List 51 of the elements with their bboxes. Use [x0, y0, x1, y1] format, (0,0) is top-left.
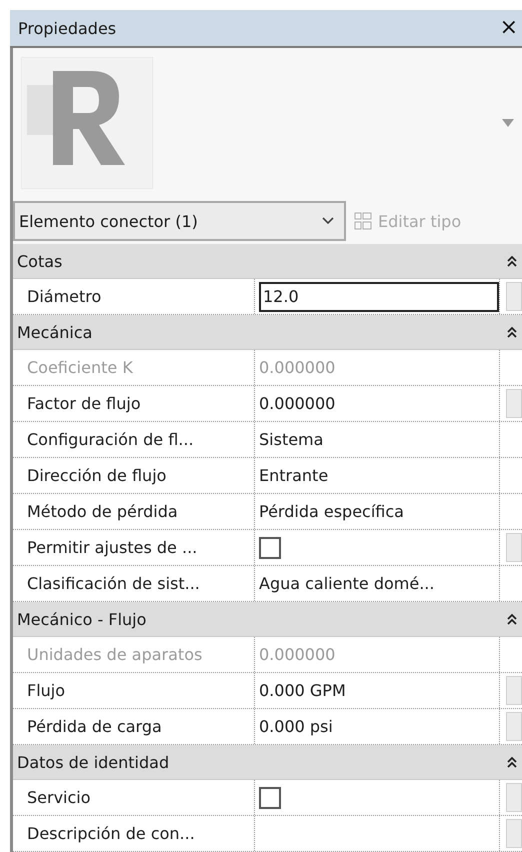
value-button[interactable]: [506, 533, 522, 562]
property-value: Pérdida específica: [259, 502, 404, 521]
value-button[interactable]: [506, 389, 522, 418]
property-value: 0.000000: [259, 645, 336, 664]
property-value: 0.000000: [259, 394, 336, 413]
property-label: Dirección de flujo: [27, 466, 166, 485]
property-label: Factor de flujo: [27, 394, 141, 413]
value-button[interactable]: [506, 712, 522, 741]
property-label: Descripción de con...: [27, 824, 195, 843]
grid-icon: [354, 212, 372, 230]
group-header[interactable]: Datos de identidad: [13, 745, 522, 780]
dropdown-arrow-icon[interactable]: [502, 119, 514, 127]
property-value: Entrante: [259, 466, 328, 485]
value-field[interactable]: 12.0: [259, 282, 499, 312]
property-value: Sistema: [259, 430, 324, 449]
property-value: 0.000000: [259, 358, 336, 377]
property-label: Diámetro: [27, 287, 102, 306]
value-button[interactable]: [506, 783, 522, 812]
property-label: Servicio: [27, 788, 91, 807]
group-title: Datos de identidad: [17, 752, 170, 772]
checkbox[interactable]: [259, 536, 281, 558]
group-title: Cotas: [17, 252, 62, 270]
collapse-icon[interactable]: [506, 612, 518, 626]
property-label: Método de pérdida: [27, 502, 178, 521]
collapse-icon[interactable]: [506, 755, 518, 769]
property-value: 0.000 GPM: [259, 681, 346, 700]
value-button[interactable]: [506, 819, 522, 848]
property-label: Permitir ajustes de ...: [27, 538, 198, 557]
property-label: Configuración de fl...: [27, 430, 194, 449]
type-selector[interactable]: Elemento conector (1): [13, 201, 346, 241]
property-label: Coeficiente K: [27, 358, 133, 377]
group-header[interactable]: Mecánica: [13, 315, 522, 350]
close-button[interactable]: ×: [500, 17, 518, 39]
property-label: Clasificación de sist...: [27, 574, 200, 593]
group-title: Mecánica: [17, 322, 92, 342]
group-header[interactable]: Cotas: [13, 244, 522, 279]
window-title: Propiedades: [18, 18, 116, 38]
property-label: Pérdida de carga: [27, 717, 162, 736]
property-label: Flujo: [27, 681, 66, 700]
group-header[interactable]: Mecánico - Flujo: [13, 602, 522, 637]
property-label: Unidades de aparatos: [27, 645, 202, 664]
checkbox[interactable]: [259, 786, 281, 808]
property-value: Agua caliente domé...: [259, 574, 434, 593]
value-button[interactable]: [506, 282, 522, 311]
type-preview-icon: [21, 57, 153, 189]
chevron-down-icon: [322, 217, 334, 225]
collapse-icon[interactable]: [506, 325, 518, 339]
collapse-icon[interactable]: [506, 254, 518, 268]
property-value: 0.000 psi: [259, 717, 333, 736]
group-title: Mecánico - Flujo: [17, 610, 146, 628]
value-button[interactable]: [506, 676, 522, 705]
